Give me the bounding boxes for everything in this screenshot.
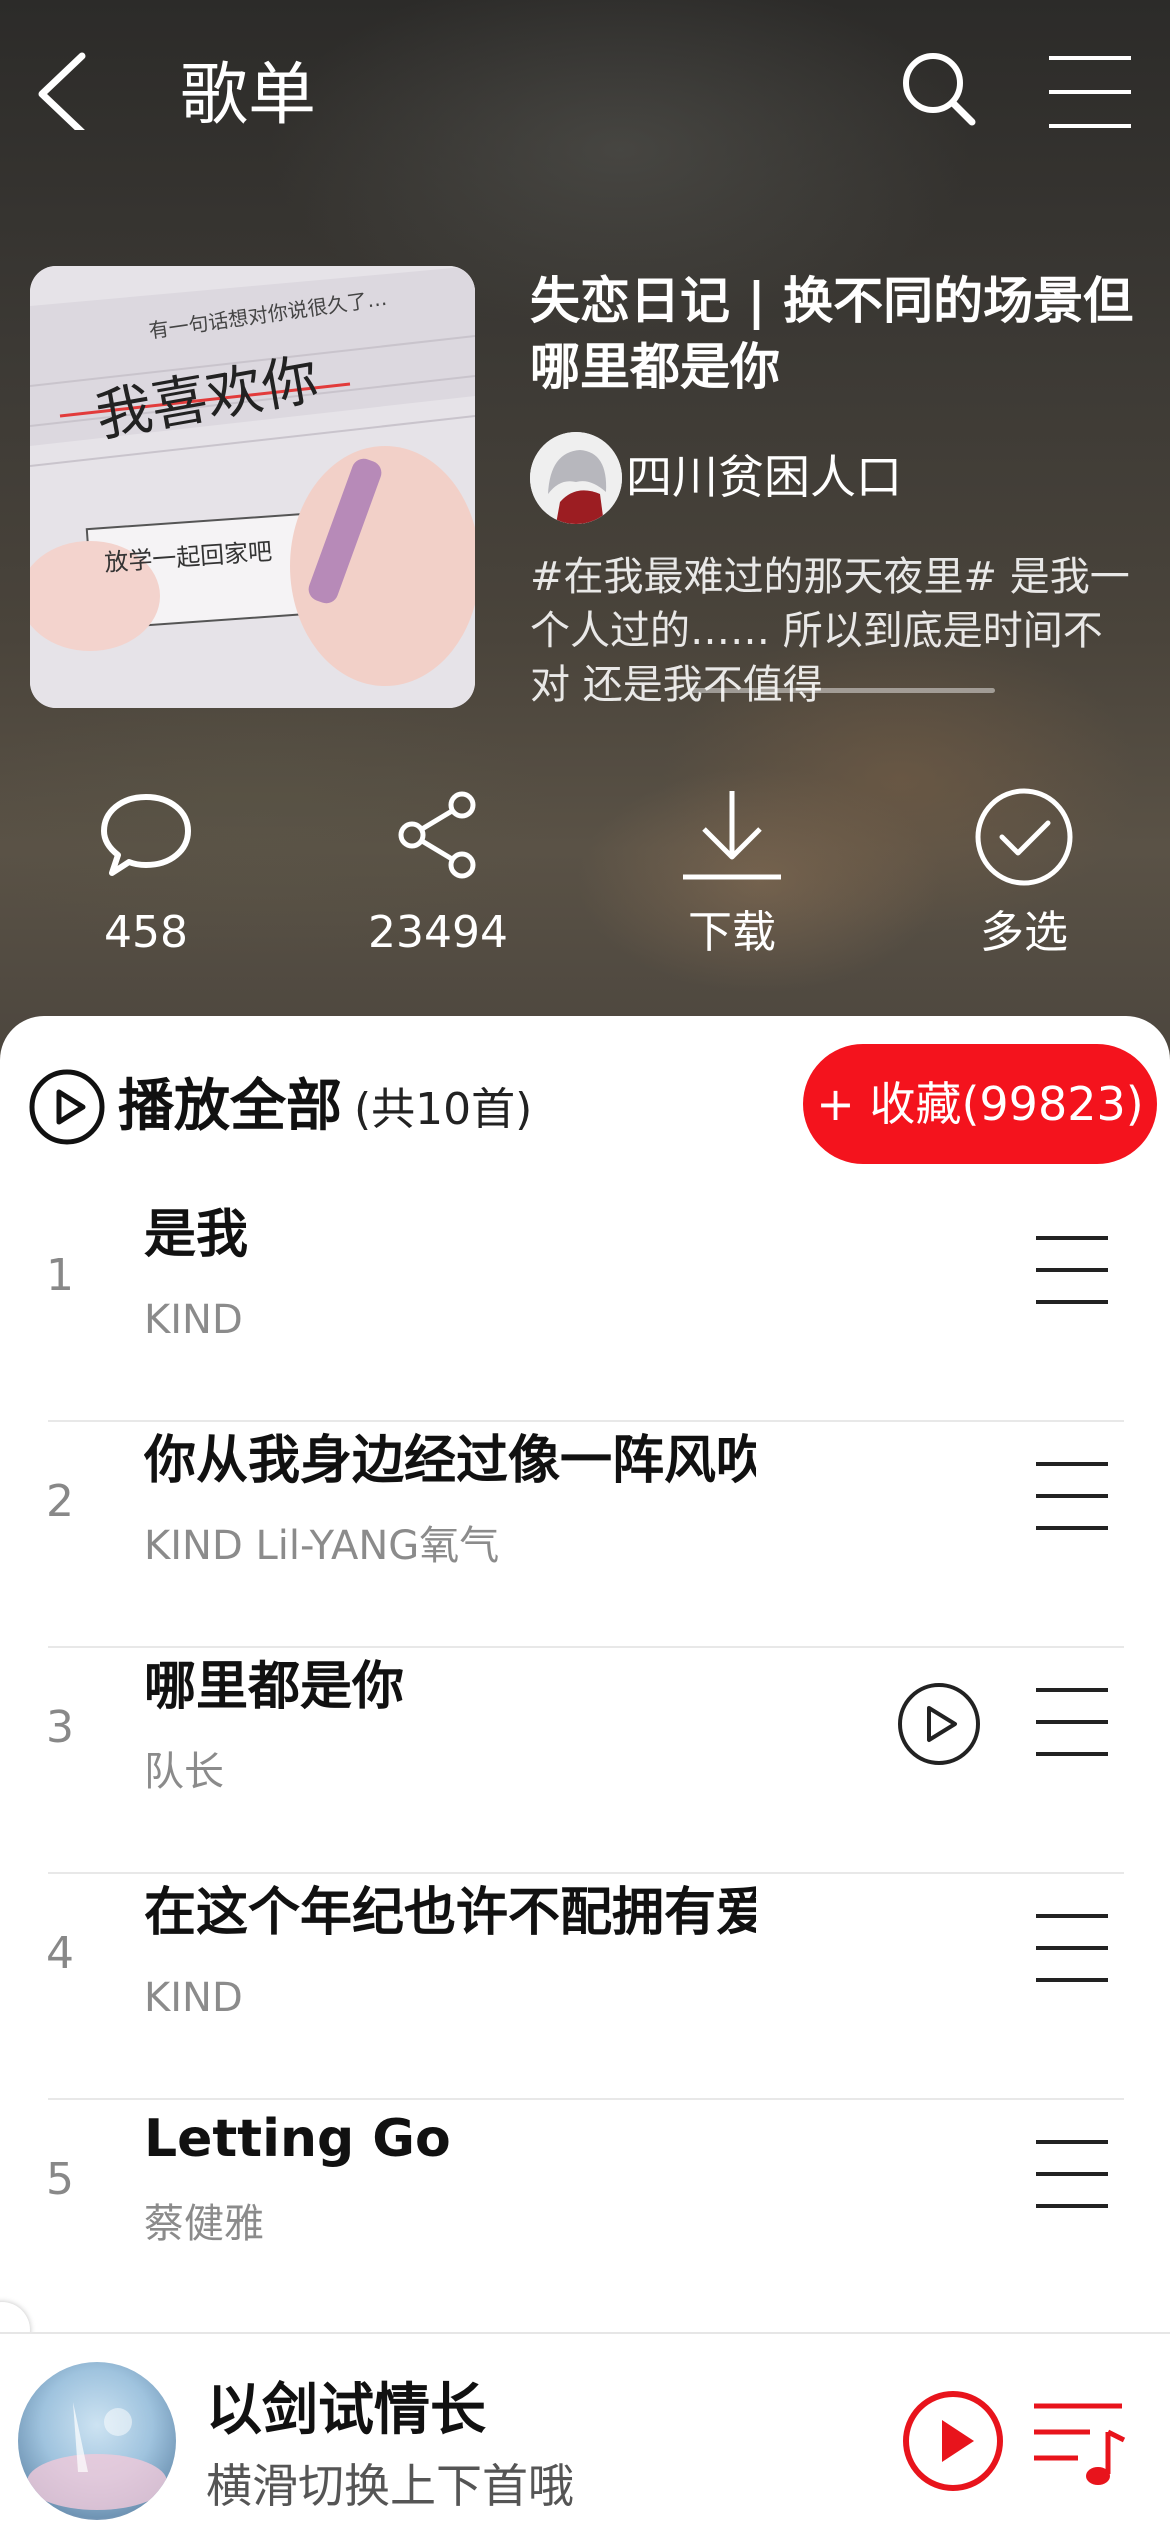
- share-count: 23494: [368, 907, 508, 958]
- song-title: Letting Go: [144, 2109, 451, 2169]
- song-title: 是我: [144, 1205, 249, 1265]
- song-row[interactable]: 5 Letting Go 蔡健雅: [0, 2074, 1170, 2300]
- comment-count: 458: [104, 907, 188, 958]
- avatar: [530, 432, 622, 524]
- description-fade-bar: [690, 688, 995, 693]
- download-button[interactable]: 下载: [622, 785, 842, 975]
- song-artist: 队长: [144, 1749, 224, 1795]
- song-more-button[interactable]: [1032, 2134, 1112, 2214]
- song-number: 5: [46, 2154, 74, 2205]
- song-title: 在这个年纪也许不配拥有爱: [144, 1883, 756, 1943]
- song-more-button[interactable]: [1032, 1230, 1112, 1310]
- multiselect-button[interactable]: 多选: [914, 785, 1134, 975]
- music-queue-icon: [1034, 2403, 1126, 2485]
- song-row[interactable]: 3 哪里都是你 队长: [0, 1622, 1170, 1848]
- song-artist: KIND: [144, 1975, 243, 2021]
- song-row[interactable]: 2 你从我身边经过像一阵风吹 KIND Lil-YANG氧气: [0, 1396, 1170, 1622]
- download-icon: [683, 791, 781, 880]
- song-more-button[interactable]: [1032, 1456, 1112, 1536]
- list-menu-icon: [1036, 1914, 1108, 1982]
- song-title: 你从我身边经过像一阵风吹: [144, 1431, 756, 1491]
- song-number: 3: [46, 1702, 74, 1753]
- song-number: 2: [46, 1476, 74, 1527]
- song-mv-play-button[interactable]: [895, 1680, 983, 1768]
- back-arrow-icon: [38, 52, 86, 136]
- checkmark-circle-icon: [975, 788, 1073, 886]
- song-artist: 蔡健雅: [144, 2201, 264, 2247]
- playlist-title: 失恋日记 | 换不同的场景但哪里都是你: [530, 272, 1134, 396]
- cover-artwork: [27, 2402, 167, 2510]
- song-more-button[interactable]: [1032, 1682, 1112, 1762]
- avatar-image: [530, 432, 622, 524]
- multiselect-label: 多选: [980, 907, 1068, 958]
- play-pause-button[interactable]: [900, 2388, 1006, 2494]
- song-count: (共10首): [354, 1084, 533, 1135]
- song-artist: KIND Lil-YANG氧气: [144, 1523, 500, 1569]
- now-playing-title: 以剑试情长: [206, 2378, 486, 2443]
- now-playing-hint: 横滑切换上下首哦: [206, 2459, 574, 2513]
- search-icon: [903, 53, 976, 126]
- play-all-label: 播放全部: [118, 1074, 342, 1139]
- song-number: 4: [46, 1928, 74, 1979]
- top-bar: 歌单: [0, 30, 1170, 160]
- more-menu-button[interactable]: [1045, 52, 1135, 132]
- now-playing-cover[interactable]: [18, 2362, 176, 2520]
- mini-player[interactable]: 以剑试情长 横滑切换上下首哦: [0, 2332, 1170, 2532]
- comment-button[interactable]: 458: [36, 785, 256, 975]
- back-button[interactable]: [30, 50, 110, 136]
- download-label: 下载: [688, 907, 776, 958]
- list-menu-icon: [1036, 1688, 1108, 1756]
- song-title: 哪里都是你: [144, 1657, 405, 1717]
- creator-name: 四川贫困人口: [626, 450, 902, 504]
- song-row[interactable]: 1 是我 KIND: [0, 1170, 1170, 1396]
- playlist-page: 歌单 有一句话想对你说很久了… 我喜欢你 放学一起回家吧 失恋日记 | 换不同的…: [0, 0, 1170, 2532]
- play-circle-icon: [898, 1683, 980, 1765]
- song-row[interactable]: 4 在这个年纪也许不配拥有爱 KIND: [0, 1848, 1170, 2074]
- search-button[interactable]: [900, 50, 980, 130]
- playlist-cover[interactable]: 有一句话想对你说很久了… 我喜欢你 放学一起回家吧: [30, 266, 475, 708]
- comment-icon: [101, 794, 191, 876]
- page-title: 歌单: [180, 56, 317, 135]
- share-icon: [398, 791, 476, 879]
- play-circle-icon: [903, 2391, 1003, 2491]
- playlist-queue-button[interactable]: [1028, 2392, 1128, 2492]
- song-number: 1: [46, 1250, 74, 1301]
- list-menu-icon: [1036, 2140, 1108, 2208]
- cover-artwork: 有一句话想对你说很久了… 我喜欢你 放学一起回家吧: [30, 266, 475, 708]
- menu-icon: [1049, 56, 1131, 128]
- play-circle-icon: [29, 1069, 105, 1145]
- song-artist: KIND: [144, 1297, 243, 1343]
- share-button[interactable]: 23494: [328, 785, 548, 975]
- list-menu-icon: [1036, 1236, 1108, 1304]
- song-more-button[interactable]: [1032, 1908, 1112, 1988]
- list-menu-icon: [1036, 1462, 1108, 1530]
- collect-button[interactable]: + 收藏(99823): [803, 1044, 1157, 1164]
